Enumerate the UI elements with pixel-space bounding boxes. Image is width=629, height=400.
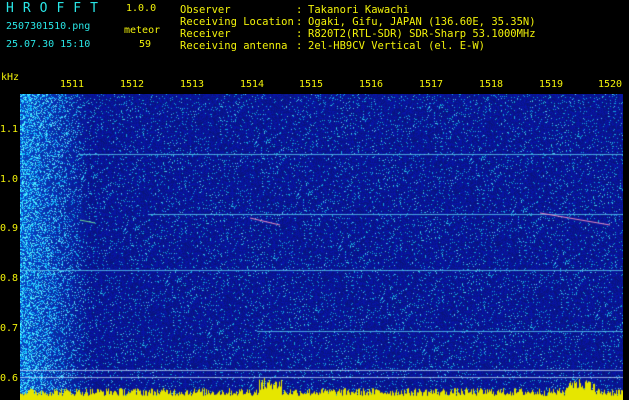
observer-separator: : (296, 4, 303, 16)
location-label: Receiving Location (180, 16, 294, 28)
location-separator: : (296, 16, 303, 28)
receiver-label: Receiver (180, 28, 231, 40)
x-tick-label: 1512 (120, 79, 145, 90)
observer-value: Takanori Kawachi (308, 4, 410, 16)
location-value: Ogaki, Gifu, JAPAN (136.60E, 35.35N) (308, 16, 536, 28)
x-tick-label: 1520 (598, 79, 623, 90)
y-tick-label: 0.8 (0, 273, 19, 284)
x-tick-label: 1513 (180, 79, 205, 90)
x-tick-label: 1517 (419, 79, 444, 90)
app-brand: HROFFT (6, 1, 107, 16)
y-tick-label: 0.9 (0, 223, 19, 234)
x-tick-label: 1515 (299, 79, 324, 90)
observer-label: Observer (180, 4, 231, 16)
y-tick-label: 1.0 (0, 174, 19, 185)
receiver-value: R820T2(RTL-SDR) SDR-Sharp 53.1000MHz (308, 28, 536, 40)
y-tick-label: 0.7 (0, 323, 19, 334)
app-version: 1.0.0 (126, 3, 157, 14)
antenna-value: 2el-HB9CV Vertical (el. E-W) (308, 40, 486, 52)
x-tick-label: 1514 (240, 79, 265, 90)
meteor-count-label: meteor (124, 25, 161, 36)
capture-datetime: 25.07.30 15:10 (6, 39, 91, 50)
x-tick-label: 1518 (479, 79, 504, 90)
y-tick-label: 0.6 (0, 373, 19, 384)
spectrogram-canvas (20, 94, 623, 400)
y-tick-label: 1.1 (0, 124, 19, 135)
meteor-count-value: 59 (139, 39, 152, 50)
x-tick-label: 1516 (359, 79, 384, 90)
spectrogram-panel (20, 94, 623, 400)
frequency-unit-label: kHz (1, 72, 20, 83)
receiver-separator: : (296, 28, 303, 40)
image-filename: 2507301510.png (6, 21, 91, 32)
antenna-separator: : (296, 40, 303, 52)
antenna-label: Receiving antenna (180, 40, 288, 52)
x-tick-label: 1519 (539, 79, 564, 90)
x-tick-label: 1511 (60, 79, 85, 90)
